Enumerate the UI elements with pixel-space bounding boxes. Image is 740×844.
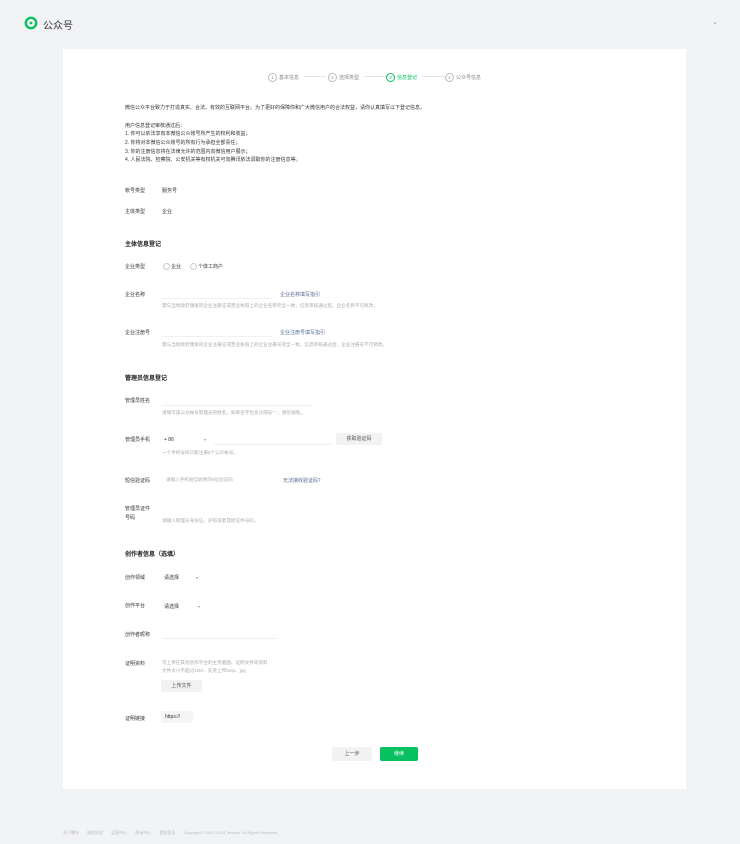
step-label: 信息登记	[397, 74, 418, 81]
reg-number-guide-link[interactable]: 企业注册号填写指引	[280, 329, 325, 336]
review-title: 用户信息登记审核通过后：	[125, 123, 186, 129]
chevron-down-icon[interactable]: ▾	[204, 437, 206, 442]
step-number: 4	[445, 72, 454, 82]
proof-link-label: 证明链接	[125, 716, 146, 722]
admin-section-title: 管理员信息登记	[125, 376, 168, 382]
account-type-label: 帐号类型	[125, 188, 146, 194]
step-number: 3	[386, 72, 395, 82]
proof-link-input[interactable]: https://	[161, 711, 193, 723]
creator-nickname-label: 创作者昵称	[125, 632, 151, 638]
org-type-option-enterprise: 企业	[171, 264, 182, 270]
org-name-guide-link[interactable]: 企业名称填写指引	[280, 291, 320, 298]
proof-size-hint: 文件大小不超过10M，支持上传bmp、jpg	[162, 668, 246, 673]
admin-phone-input[interactable]	[214, 434, 332, 445]
footer-link[interactable]: 侵权投诉	[160, 830, 176, 835]
step-label: 选择类型	[339, 74, 360, 81]
org-type-option-individual: 个体工商户	[198, 264, 224, 270]
wechat-official-logo-icon[interactable]	[24, 16, 38, 30]
step-number: 2	[328, 72, 337, 82]
step-progress: 1 基本信息 2 选择类型 3 信息登记 4 公众号信息	[0, 70, 740, 84]
prev-step-button[interactable]: 上一步	[332, 747, 372, 761]
review-item: 4. 人民法院、检察院、公安机关等有权机关可向腾讯依法调取你的注册信息等。	[125, 157, 301, 163]
footer-link[interactable]: 运营中心	[111, 830, 127, 835]
review-item: 2. 你将对本微信公众账号的所有行为承担全部责任；	[125, 140, 241, 146]
org-name-hint: 需与当地政府颁发的企业注册证或营业执照上的企业名称完全一致，信息审核通过后，企业…	[162, 303, 378, 308]
account-type-value: 服务号	[162, 188, 178, 194]
org-name-input[interactable]	[162, 289, 272, 299]
reg-number-hint: 需与当地政府颁发的企业注册证或营业执照上的企业注册号完全一致，信息审核通过后，企…	[162, 342, 388, 347]
copyright-text: Copyright © 2012-2024 Tencent. All Right…	[183, 830, 279, 835]
radio-enterprise[interactable]	[163, 263, 170, 270]
creator-field-select[interactable]: 请选择	[164, 574, 179, 581]
step-number: 1	[268, 72, 277, 82]
proof-hint: 可上传在其他创作平台的主页截图、证明文件等资料	[162, 660, 268, 665]
step-connector	[364, 76, 386, 77]
creator-nickname-input[interactable]	[162, 629, 277, 639]
reg-number-input[interactable]	[162, 327, 272, 337]
step-select-type: 2 选择类型	[328, 70, 359, 84]
org-name-label: 企业名称	[125, 292, 146, 298]
sms-code-label: 短信验证码	[125, 478, 151, 484]
upload-file-button[interactable]: 上传文件	[161, 680, 202, 692]
step-connector	[304, 76, 326, 77]
continue-button[interactable]: 继续	[380, 747, 418, 761]
top-bar: 公众号 ⌄	[0, 0, 740, 48]
reg-number-label: 企业注册号	[125, 330, 151, 336]
intro-text: 微信公众平台致力于打造真实、合法、有效的互联网平台。为了更好的保障你和广大微信用…	[125, 105, 426, 111]
creator-platform-select[interactable]: 请选择	[164, 603, 179, 610]
footer: 关于腾讯 服务协议 运营中心 辟谣中心 侵权投诉 Copyright © 201…	[63, 830, 285, 836]
cannot-receive-code-link[interactable]: 无法接收验证码？	[283, 477, 323, 484]
step-label: 公众号信息	[456, 74, 482, 81]
proof-label: 证明资料	[125, 661, 146, 667]
admin-id-label-line2: 号码	[125, 515, 136, 521]
creator-platform-label: 创作平台	[125, 603, 146, 609]
review-item: 3. 你的注册信息将在法律允许的范围内向微信用户展示；	[125, 149, 251, 155]
subject-section-title: 主体信息登记	[125, 242, 162, 248]
step-label: 基本信息	[279, 74, 300, 81]
creator-section-title: 创作者信息（选填）	[125, 552, 180, 558]
admin-name-input[interactable]	[162, 397, 312, 406]
admin-name-hint: 请填写该公众帐号管理员的姓名，如果名字包含分隔号"·"，请勿省略。	[162, 410, 305, 415]
review-item: 1. 你可以依法享有本微信公众账号所产生的权利和收益；	[125, 131, 251, 137]
admin-phone-label: 管理员手机	[125, 437, 151, 443]
footer-link[interactable]: 关于腾讯	[63, 830, 79, 835]
footer-link[interactable]: 服务协议	[87, 830, 103, 835]
step-account-info: 4 公众号信息	[445, 70, 481, 84]
creator-field-label: 创作领域	[125, 575, 146, 581]
admin-phone-hint: 一个手机号码只能注册5个公众帐号。	[162, 450, 239, 455]
brand-title: 公众号	[43, 21, 73, 32]
subject-type-label: 主体类型	[125, 209, 146, 215]
radio-individual[interactable]	[190, 263, 197, 270]
admin-id-input[interactable]: 请输入管理员身份证，护照或者其他证件号码。	[162, 518, 258, 524]
step-info-register: 3 信息登记	[386, 70, 417, 84]
get-sms-code-button[interactable]: 获取验证码	[336, 433, 382, 445]
admin-id-label: 管理员证件	[125, 506, 151, 512]
org-type-label: 企业类型	[125, 264, 146, 270]
subject-type-value: 企业	[162, 209, 173, 215]
chevron-down-icon[interactable]: ▾	[196, 575, 198, 580]
phone-country-code[interactable]: + 86	[164, 437, 174, 443]
chevron-down-icon[interactable]: ⌄	[712, 18, 718, 26]
chevron-down-icon[interactable]: ▾	[198, 604, 200, 609]
step-connector	[422, 76, 444, 77]
step-basic-info: 1 基本信息	[268, 70, 299, 84]
admin-name-label: 管理员姓名	[125, 398, 151, 404]
footer-link[interactable]: 辟谣中心	[135, 830, 151, 835]
sms-code-input[interactable]: 请输入手机短信收到的6位验证码	[166, 477, 233, 483]
